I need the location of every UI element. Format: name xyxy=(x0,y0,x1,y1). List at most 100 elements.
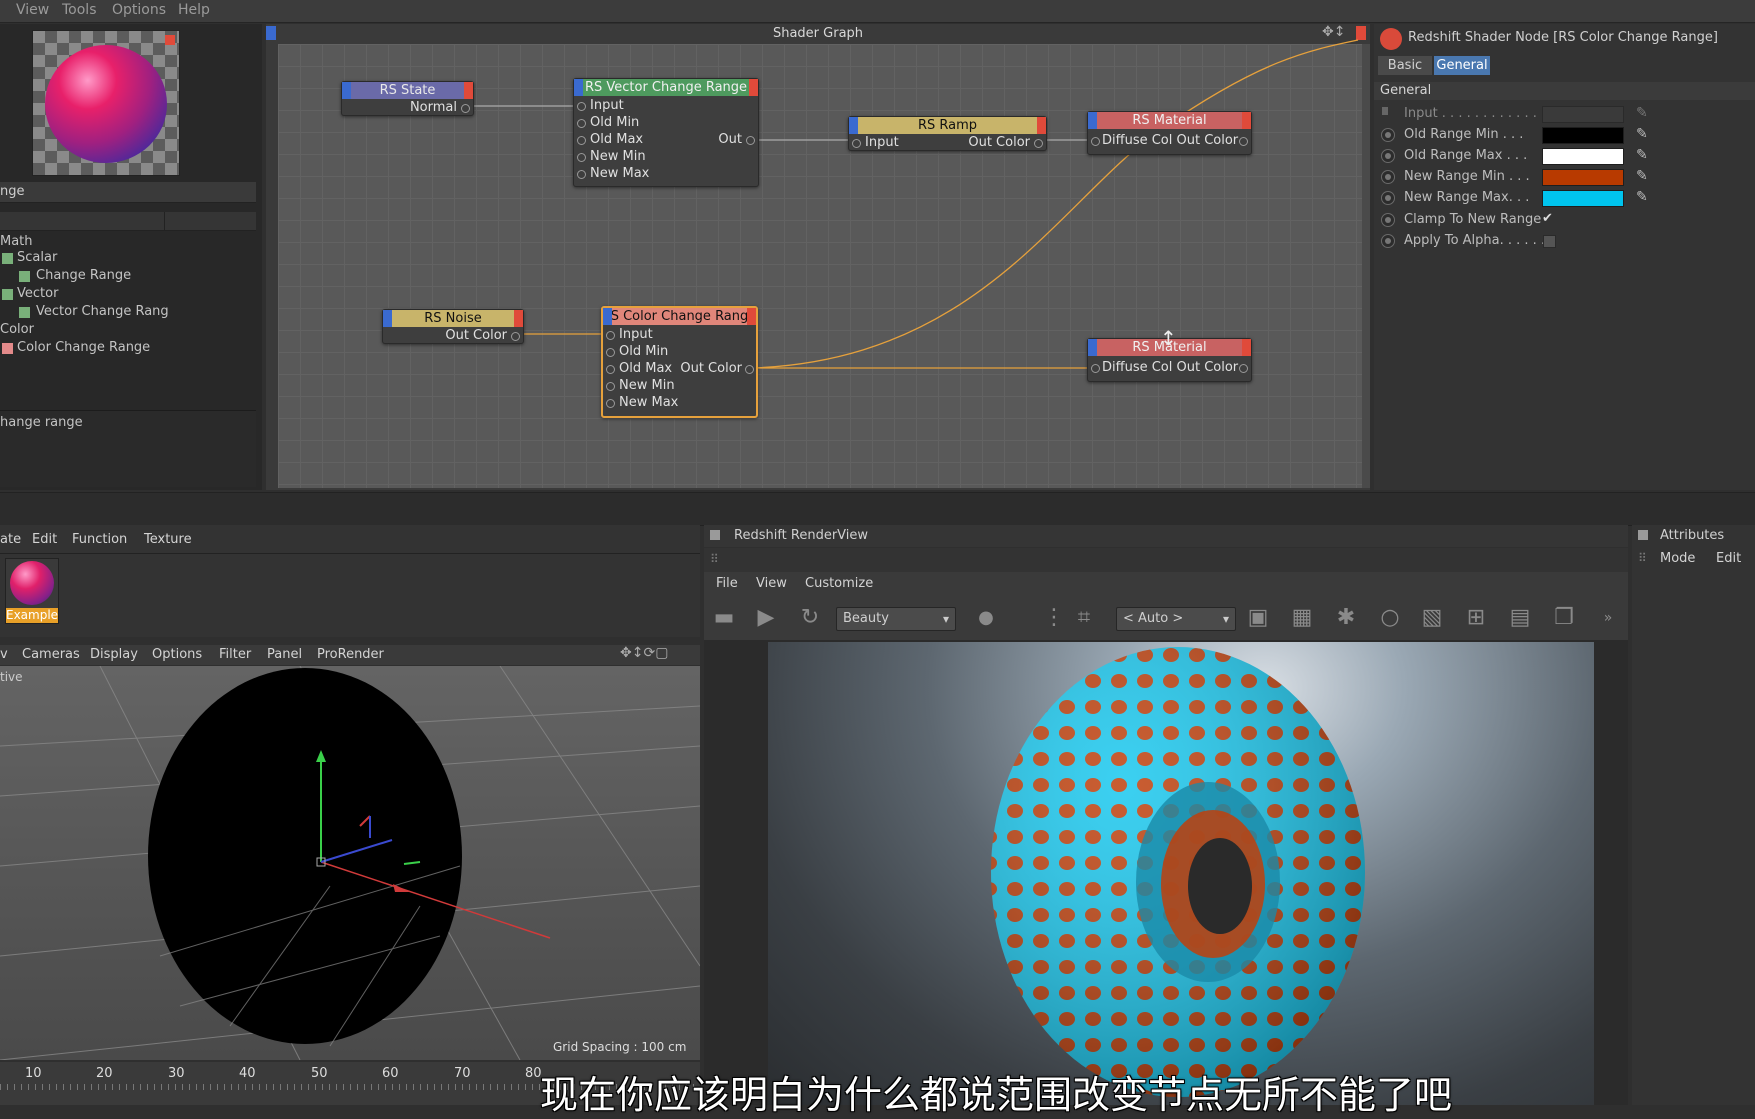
port-dot[interactable] xyxy=(511,332,520,341)
port-dot[interactable] xyxy=(577,119,586,128)
material-thumbnail[interactable]: Example xyxy=(5,558,59,624)
input-swatch[interactable] xyxy=(1542,106,1624,123)
grid-icon[interactable]: ▦ xyxy=(1288,604,1316,632)
node-title: RS Ramp xyxy=(917,118,978,133)
refresh-icon[interactable]: ↻ xyxy=(796,604,824,632)
menu-prorender[interactable]: ProRender xyxy=(317,647,384,662)
crop-icon[interactable]: ⌗ xyxy=(1070,604,1098,632)
menu-function[interactable]: Function xyxy=(72,532,127,547)
port-dot[interactable] xyxy=(577,153,586,162)
copy-icon[interactable]: ❐ xyxy=(1550,604,1578,632)
menu-customize[interactable]: Customize xyxy=(805,576,873,591)
menu-cameras[interactable]: Cameras xyxy=(22,647,80,662)
anim-radio[interactable] xyxy=(1381,128,1395,142)
port-dot[interactable] xyxy=(852,139,861,148)
tab-general[interactable]: General xyxy=(1434,56,1490,75)
port-dot[interactable] xyxy=(1091,364,1100,373)
clamp-checkbox[interactable]: ✔ xyxy=(1542,211,1553,226)
menu-options[interactable]: Options xyxy=(152,647,202,662)
menu-panel[interactable]: Panel xyxy=(267,647,302,662)
port-dot[interactable] xyxy=(606,348,615,357)
snowflake-icon[interactable]: ✱ xyxy=(1332,604,1360,632)
menu-mode[interactable]: Mode xyxy=(1660,551,1695,566)
menu-edit[interactable]: Edit xyxy=(32,532,57,547)
anim-radio[interactable] xyxy=(1381,191,1395,205)
node-rs-vector-change-range[interactable]: RS Vector Change Range Input Old Min Old… xyxy=(573,78,759,187)
menu-texture[interactable]: Texture xyxy=(144,532,192,547)
resize-cursor-icon: ↕ xyxy=(1160,326,1177,350)
port-input: Input xyxy=(865,135,899,150)
rgb-icon[interactable]: ● xyxy=(972,604,1000,632)
port-dot[interactable] xyxy=(606,365,615,374)
node-title: RS State xyxy=(379,83,436,98)
attr-row-input: Input . . . . . . . . . . . . ✎ xyxy=(1374,104,1755,124)
aov-dropdown[interactable]: Beauty xyxy=(836,607,956,631)
anim-radio[interactable] xyxy=(1381,149,1395,163)
lock-icon[interactable]: ▣ xyxy=(1244,604,1272,632)
port-dot[interactable] xyxy=(461,104,470,113)
grid-dim-icon[interactable]: ⋮ xyxy=(1040,604,1068,632)
port-dot[interactable] xyxy=(1239,137,1248,146)
new-range-max-swatch[interactable] xyxy=(1542,190,1624,207)
node-rs-state[interactable]: RS State Normal xyxy=(341,81,474,116)
new-range-min-swatch[interactable] xyxy=(1542,169,1624,186)
menu-filter[interactable]: Filter xyxy=(219,647,251,662)
node-output-tab xyxy=(464,82,473,99)
picker-icon[interactable]: ✎ xyxy=(1636,126,1648,142)
circle-icon[interactable]: ○ xyxy=(1376,604,1404,632)
menu-view[interactable]: v xyxy=(0,647,8,662)
port-dot[interactable] xyxy=(606,331,615,340)
viewport-nav-icons[interactable]: ✥↕⟳▢ xyxy=(620,645,668,661)
clapper-icon[interactable]: ▬ xyxy=(710,604,738,632)
attr-label: Old Range Max . . . xyxy=(1404,148,1528,163)
port-new-max: New Max xyxy=(619,395,679,410)
menu-display[interactable]: Display xyxy=(90,647,138,662)
play-icon[interactable]: ▶ xyxy=(752,604,780,632)
port-dot[interactable] xyxy=(577,170,586,179)
port-dot[interactable] xyxy=(577,102,586,111)
image-icon[interactable]: ▧ xyxy=(1418,604,1446,632)
port-dot[interactable] xyxy=(745,365,754,374)
anim-radio[interactable] xyxy=(1381,213,1395,227)
port-dot[interactable] xyxy=(1091,137,1100,146)
apply-alpha-checkbox[interactable] xyxy=(1543,235,1556,248)
3d-viewport[interactable]: tive Grid Spacing : 100 cm xyxy=(0,666,700,1060)
port-dot[interactable] xyxy=(1034,139,1043,148)
node-rs-color-change-range[interactable]: S Color Change Rang Input Old Min Old Ma… xyxy=(601,306,758,418)
pv-icon[interactable]: ▤ xyxy=(1506,604,1534,632)
tab-basic[interactable]: Basic xyxy=(1378,56,1432,75)
port-dot[interactable] xyxy=(606,399,615,408)
port-dot[interactable] xyxy=(1239,364,1248,373)
picker-icon[interactable]: ✎ xyxy=(1636,168,1648,184)
node-rs-ramp[interactable]: RS Ramp Input Out Color xyxy=(848,116,1047,151)
menu-edit[interactable]: Edit xyxy=(1716,551,1741,566)
node-rs-noise[interactable]: RS Noise Out Color xyxy=(382,309,524,344)
grip-icon[interactable]: ⠿ xyxy=(710,552,719,566)
attr-label: Apply To Alpha. . . . . . xyxy=(1404,233,1546,248)
port-dot[interactable] xyxy=(746,136,755,145)
material-name[interactable]: Example xyxy=(6,608,58,623)
picker-icon[interactable]: ✎ xyxy=(1636,147,1648,163)
menu-view[interactable]: View xyxy=(756,576,787,591)
add-image-icon[interactable]: ⊞ xyxy=(1462,604,1490,632)
more-icon[interactable]: » xyxy=(1594,604,1622,632)
node-header: S Color Change Rang xyxy=(603,308,756,325)
picker-icon[interactable]: ✎ xyxy=(1636,105,1648,121)
render-image[interactable] xyxy=(768,642,1594,1105)
anim-radio[interactable] xyxy=(1381,170,1395,184)
grip-icon[interactable]: ⠿ xyxy=(1638,551,1647,565)
redshift-logo-icon xyxy=(1380,28,1402,50)
port-dot[interactable] xyxy=(606,382,615,391)
zoom-dropdown[interactable]: < Auto > xyxy=(1116,607,1236,631)
port-dot[interactable] xyxy=(577,136,586,145)
picker-icon[interactable]: ✎ xyxy=(1636,189,1648,205)
attr-row-apply-alpha: Apply To Alpha. . . . . . xyxy=(1374,231,1755,251)
attr-row-new-range-max: New Range Max. . . ✎ xyxy=(1374,188,1755,208)
node-rs-material-1[interactable]: RS Material Diffuse Col Out Color xyxy=(1087,111,1252,155)
menu-file[interactable]: File xyxy=(716,576,738,591)
old-range-max-swatch[interactable] xyxy=(1542,148,1624,165)
menu-create[interactable]: ate xyxy=(0,532,21,547)
port-old-max: Old Max xyxy=(619,361,673,376)
old-range-min-swatch[interactable] xyxy=(1542,127,1624,144)
anim-radio[interactable] xyxy=(1381,234,1395,248)
